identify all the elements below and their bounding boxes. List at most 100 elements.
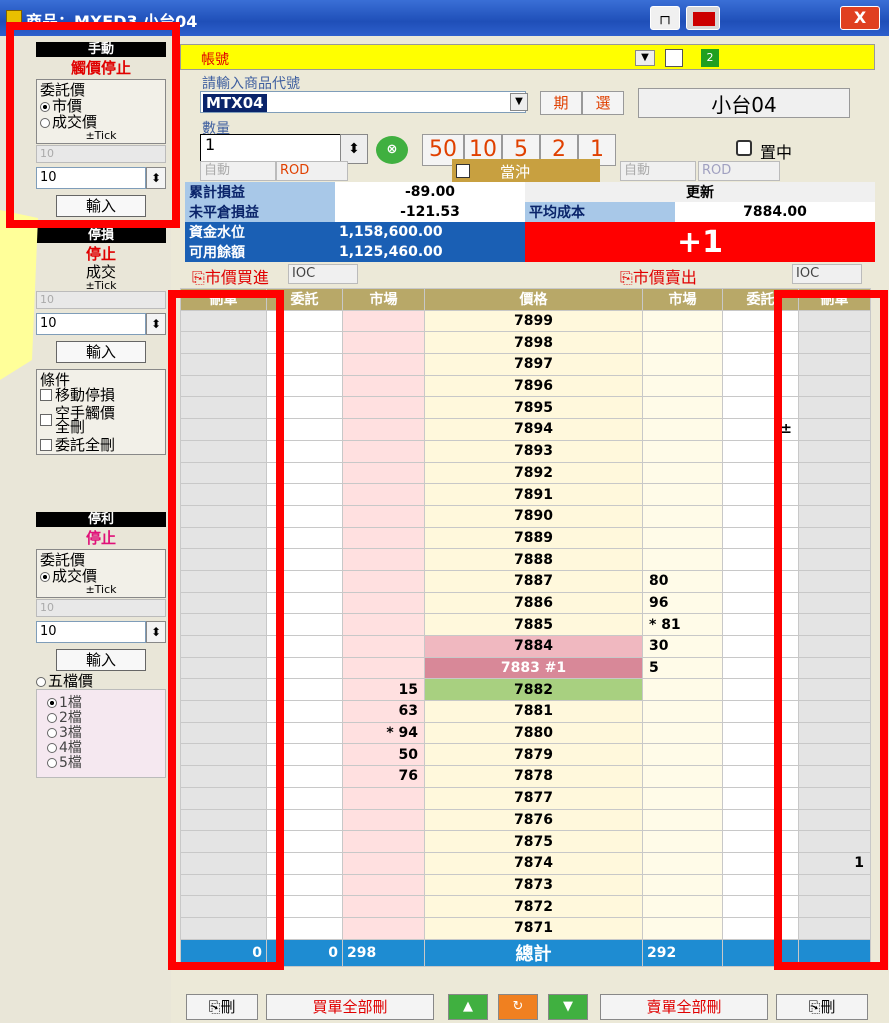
cell-del-bid[interactable]: [180, 830, 267, 853]
cell-order-bid[interactable]: [266, 396, 343, 420]
cell-order-bid[interactable]: [266, 483, 343, 506]
trash-icon[interactable]: [665, 49, 683, 67]
cell-order-ask[interactable]: [722, 439, 799, 463]
cell-order-bid[interactable]: [266, 678, 343, 702]
cell-del-ask[interactable]: [798, 374, 871, 398]
cell-order-ask[interactable]: [722, 591, 799, 615]
refresh-icon[interactable]: 2: [701, 49, 719, 67]
cell-del-ask[interactable]: [798, 700, 871, 723]
qty-input[interactable]: 1: [200, 134, 342, 164]
close-button[interactable]: X: [840, 6, 880, 30]
cell-market-ask[interactable]: [642, 461, 723, 485]
cell-market-ask[interactable]: [642, 548, 723, 571]
cell-market-bid[interactable]: [342, 830, 425, 853]
cell-order-ask[interactable]: [722, 808, 799, 832]
cell-order-ask[interactable]: [722, 678, 799, 702]
cell-del-ask[interactable]: [798, 656, 871, 680]
cell-del-bid[interactable]: [180, 526, 267, 550]
daytrade-checkbox[interactable]: [456, 164, 470, 178]
cell-market-bid[interactable]: [342, 808, 425, 832]
cell-order-bid[interactable]: [266, 895, 343, 918]
cell-market-bid[interactable]: [342, 895, 425, 918]
cell-market-bid[interactable]: [342, 331, 425, 355]
cell-order-ask[interactable]: [722, 916, 799, 940]
cell-market-ask[interactable]: [642, 786, 723, 810]
cell-order-bid[interactable]: [266, 700, 343, 723]
cell-market-ask[interactable]: [642, 765, 723, 788]
cell-order-bid[interactable]: [266, 548, 343, 571]
cell-market-bid[interactable]: [342, 504, 425, 528]
cell-market-bid[interactable]: [342, 873, 425, 897]
level-item[interactable]: 3檔: [47, 726, 155, 741]
cell-market-ask[interactable]: [642, 353, 723, 376]
cell-del-bid[interactable]: [180, 331, 267, 355]
cell-market-ask[interactable]: [642, 851, 723, 875]
market-buy-button[interactable]: ⎘市價買進: [192, 264, 269, 288]
cell-market-bid[interactable]: [342, 851, 425, 875]
cell-order-ask[interactable]: [722, 309, 799, 333]
cell-order-bid[interactable]: [266, 353, 343, 376]
cell-del-ask[interactable]: [798, 721, 871, 745]
cell-market-bid[interactable]: 15: [342, 678, 425, 702]
cell-order-ask[interactable]: [722, 483, 799, 506]
cell-del-bid[interactable]: [180, 569, 267, 593]
cell-del-bid[interactable]: [180, 851, 267, 875]
cell-del-bid[interactable]: [180, 895, 267, 918]
cell-del-bid[interactable]: [180, 808, 267, 832]
daytrade-box[interactable]: 當沖: [452, 159, 600, 183]
cell-del-bid[interactable]: [180, 591, 267, 615]
cell-market-bid[interactable]: * 94: [342, 721, 425, 745]
cell-order-ask[interactable]: [722, 526, 799, 550]
cell-del-ask[interactable]: [798, 483, 871, 506]
cell-market-ask[interactable]: * 81: [642, 613, 723, 636]
cell-order-bid[interactable]: [266, 526, 343, 550]
cell-del-bid[interactable]: [180, 678, 267, 702]
rod-select-2[interactable]: ROD: [698, 161, 780, 181]
cell-order-bid[interactable]: [266, 504, 343, 528]
cell-del-ask[interactable]: [798, 765, 871, 788]
level-item[interactable]: 1檔: [47, 696, 155, 711]
takeprofit-tick-input[interactable]: 10: [36, 599, 166, 617]
cell-market-bid[interactable]: [342, 526, 425, 550]
delete-all-sell-button[interactable]: 賣單全部刪: [600, 994, 768, 1020]
cell-market-ask[interactable]: [642, 700, 723, 723]
level-item[interactable]: 5檔: [47, 756, 155, 771]
cell-market-bid[interactable]: [342, 374, 425, 398]
cell-order-ask[interactable]: [722, 504, 799, 528]
rod-select-1[interactable]: ROD: [276, 161, 348, 181]
account-dropdown[interactable]: ▼: [635, 50, 655, 66]
delete-left-button[interactable]: ⎘刪: [186, 994, 258, 1020]
cell-market-ask[interactable]: [642, 396, 723, 420]
cell-order-ask[interactable]: [722, 765, 799, 788]
auto-select-1[interactable]: 自動: [200, 161, 276, 181]
cell-order-bid[interactable]: [266, 721, 343, 745]
cell-del-bid[interactable]: [180, 548, 267, 571]
cell-market-bid[interactable]: [342, 569, 425, 593]
cell-del-bid[interactable]: [180, 309, 267, 333]
cell-market-bid[interactable]: [342, 418, 425, 441]
cell-del-ask[interactable]: [798, 504, 871, 528]
cell-del-ask[interactable]: [798, 331, 871, 355]
cell-order-bid[interactable]: [266, 635, 343, 658]
takeprofit-enter-button[interactable]: 輸入: [56, 649, 146, 671]
cell-order-ask[interactable]: [722, 851, 799, 875]
ioc-select-1[interactable]: IOC: [288, 264, 358, 284]
cell-order-bid[interactable]: [266, 873, 343, 897]
cell-del-bid[interactable]: [180, 916, 267, 940]
level-item[interactable]: 2檔: [47, 711, 155, 726]
cell-del-ask[interactable]: [798, 830, 871, 853]
cell-market-ask[interactable]: [642, 808, 723, 832]
delete-all-buy-button[interactable]: 買單全部刪: [266, 994, 434, 1020]
cell-del-ask[interactable]: [798, 548, 871, 571]
cell-market-ask[interactable]: [642, 895, 723, 918]
cell-del-ask[interactable]: [798, 461, 871, 485]
cell-market-ask[interactable]: [642, 504, 723, 528]
checkbox-icon[interactable]: [40, 439, 52, 451]
cell-market-ask[interactable]: [642, 526, 723, 550]
cell-order-bid[interactable]: [266, 786, 343, 810]
cell-market-ask[interactable]: [642, 830, 723, 853]
clear-icon[interactable]: ⊗: [376, 136, 408, 164]
cell-del-ask[interactable]: [798, 635, 871, 658]
cell-del-bid[interactable]: [180, 613, 267, 636]
cell-order-ask[interactable]: [722, 353, 799, 376]
